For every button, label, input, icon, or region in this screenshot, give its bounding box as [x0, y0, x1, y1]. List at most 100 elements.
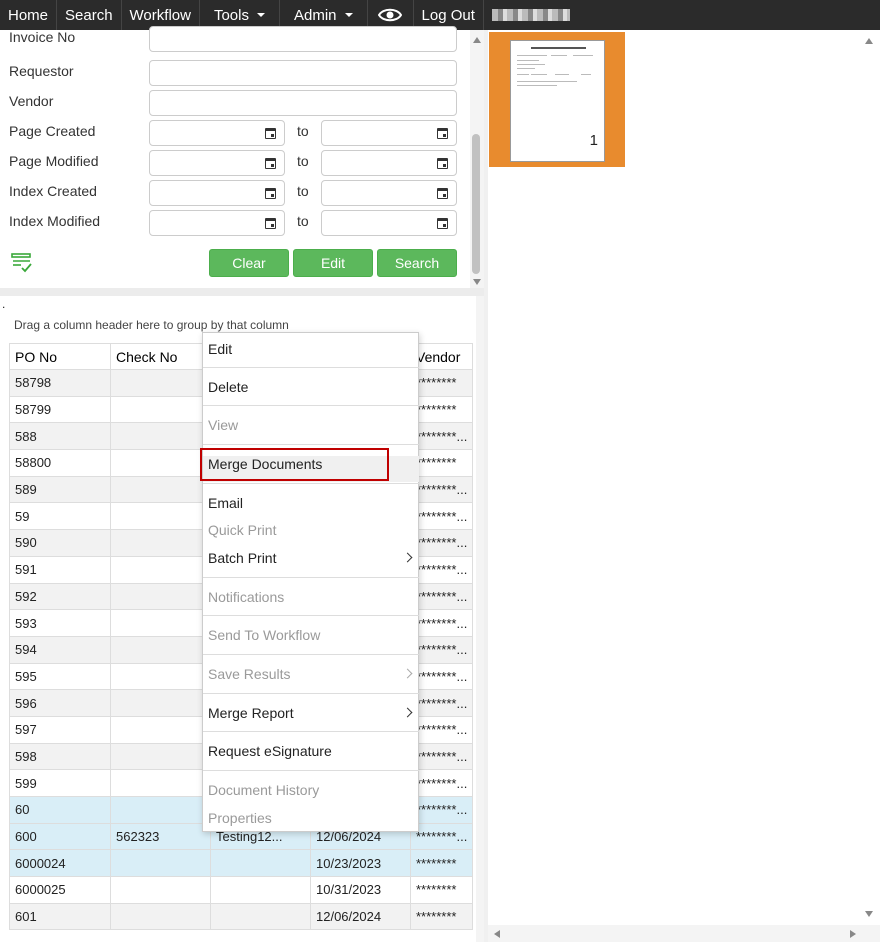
- calendar-icon[interactable]: [265, 218, 276, 229]
- menu-item-document-history[interactable]: Document History: [203, 782, 419, 798]
- to-label: to: [297, 183, 309, 199]
- menu-item-merge-report[interactable]: Merge Report: [203, 705, 419, 721]
- search-form: Invoice No Requestor Vendor Page Created…: [0, 26, 484, 288]
- cell-po-no: 597: [9, 715, 111, 744]
- cell-check-no: [110, 902, 211, 931]
- column-header-check-no[interactable]: Check No: [110, 343, 211, 370]
- cell-vendor: ********...: [410, 715, 473, 744]
- edit-button[interactable]: Edit: [293, 249, 373, 277]
- index-created-from-input[interactable]: [149, 180, 285, 206]
- scroll-down-icon[interactable]: [865, 911, 873, 917]
- nav-admin-label: Admin: [293, 6, 337, 24]
- calendar-icon[interactable]: [265, 158, 276, 169]
- page-created-to-input[interactable]: [321, 120, 457, 146]
- cell-po-no: 596: [9, 689, 111, 717]
- user-name[interactable]: [484, 0, 578, 30]
- menu-item-batch-print[interactable]: Batch Print: [203, 550, 419, 566]
- chevron-down-icon: [344, 13, 353, 17]
- column-header-po-no[interactable]: PO No: [9, 343, 111, 370]
- index-modified-to-input[interactable]: [321, 210, 457, 236]
- index-created-to-input[interactable]: [321, 180, 457, 206]
- page-created-from-input[interactable]: [149, 120, 285, 146]
- to-label: to: [297, 123, 309, 139]
- scroll-up-icon[interactable]: [865, 38, 873, 44]
- page-created-label: Page Created: [9, 123, 96, 139]
- menu-item-send-to-workflow[interactable]: Send To Workflow: [203, 627, 419, 643]
- cell-po-no: 590: [9, 529, 111, 557]
- cell-po-no: 589: [9, 475, 111, 504]
- cell-check-no: [110, 609, 211, 637]
- cell-vendor: ********...: [410, 635, 473, 664]
- column-header-vendor[interactable]: Vendor: [410, 343, 473, 370]
- cell-vendor: ********...: [410, 822, 473, 851]
- chevron-right-icon: [402, 707, 413, 718]
- invoice-no-input[interactable]: [149, 26, 457, 52]
- scroll-down-icon[interactable]: [473, 279, 481, 285]
- thumbnail-page: 1: [510, 40, 605, 162]
- cell-col3: [210, 849, 311, 878]
- index-modified-from-input[interactable]: [149, 210, 285, 236]
- clear-button[interactable]: Clear: [209, 249, 289, 277]
- to-label: to: [297, 153, 309, 169]
- cell-vendor: ********: [410, 369, 473, 397]
- cell-po-no: 593: [9, 609, 111, 637]
- calendar-icon[interactable]: [265, 128, 276, 139]
- menu-item-edit[interactable]: Edit: [203, 341, 419, 357]
- vendor-row: Vendor: [0, 90, 470, 118]
- panel-divider: [0, 288, 484, 296]
- index-modified-row: Index Modified to: [0, 210, 470, 238]
- calendar-icon[interactable]: [437, 188, 448, 199]
- cell-po-no: 598: [9, 742, 111, 771]
- nav-tools-label: Tools: [213, 6, 249, 24]
- cell-vendor: ********...: [410, 529, 473, 557]
- cell-check-no: 562323: [110, 822, 211, 851]
- cell-po-no: 601: [9, 902, 111, 931]
- menu-item-email[interactable]: Email: [203, 495, 419, 511]
- form-scrollbar[interactable]: [470, 30, 484, 288]
- checklist-icon[interactable]: [11, 252, 33, 274]
- menu-divider: [203, 654, 419, 655]
- menu-item-delete[interactable]: Delete: [203, 379, 419, 395]
- calendar-icon[interactable]: [437, 218, 448, 229]
- cell-po-no: 60: [9, 796, 111, 824]
- cell-check-no: [110, 849, 211, 878]
- search-button[interactable]: Search: [377, 249, 457, 277]
- scroll-right-icon[interactable]: [850, 930, 856, 938]
- menu-divider: [203, 770, 419, 771]
- menu-item-quick-print[interactable]: Quick Print: [203, 522, 419, 538]
- viewer-horizontal-scrollbar[interactable]: [488, 925, 880, 942]
- cell-po-no: 595: [9, 662, 111, 691]
- menu-item-properties[interactable]: Properties: [203, 810, 419, 826]
- cell-vendor: ********: [410, 876, 473, 904]
- viewer-vertical-scrollbar[interactable]: [858, 30, 880, 925]
- cell-vendor: ********...: [410, 769, 473, 797]
- to-label: to: [297, 213, 309, 229]
- menu-item-request-esignature[interactable]: Request eSignature: [203, 743, 419, 759]
- menu-item-notifications[interactable]: Notifications: [203, 589, 419, 605]
- cell-check-no: [110, 796, 211, 824]
- calendar-icon[interactable]: [437, 158, 448, 169]
- cell-po-no: 58800: [9, 449, 111, 477]
- menu-item-view[interactable]: View: [203, 417, 419, 433]
- merge-documents-highlight: [200, 448, 389, 481]
- page-modified-to-input[interactable]: [321, 150, 457, 176]
- table-row[interactable]: 6000025 10/31/2023 ********: [9, 876, 473, 904]
- cell-vendor: ********...: [410, 582, 473, 611]
- page-thumbnail[interactable]: 1: [489, 32, 625, 167]
- scroll-up-icon[interactable]: [473, 37, 481, 43]
- table-row[interactable]: 6000024 10/23/2023 ********: [9, 849, 473, 878]
- grid-scrollbar[interactable]: [476, 296, 484, 942]
- scroll-thumb[interactable]: [472, 134, 480, 274]
- page-modified-from-input[interactable]: [149, 150, 285, 176]
- vendor-input[interactable]: [149, 90, 457, 116]
- menu-item-save-results[interactable]: Save Results: [203, 666, 419, 682]
- calendar-icon[interactable]: [437, 128, 448, 139]
- calendar-icon[interactable]: [265, 188, 276, 199]
- cell-check-no: [110, 449, 211, 477]
- cell-po-no: 600: [9, 822, 111, 851]
- scroll-left-icon[interactable]: [494, 930, 500, 938]
- group-by-hint: Drag a column header here to group by th…: [14, 318, 289, 332]
- cell-check-no: [110, 475, 211, 504]
- requestor-input[interactable]: [149, 60, 457, 86]
- table-row[interactable]: 601 12/06/2024 ********: [9, 902, 473, 931]
